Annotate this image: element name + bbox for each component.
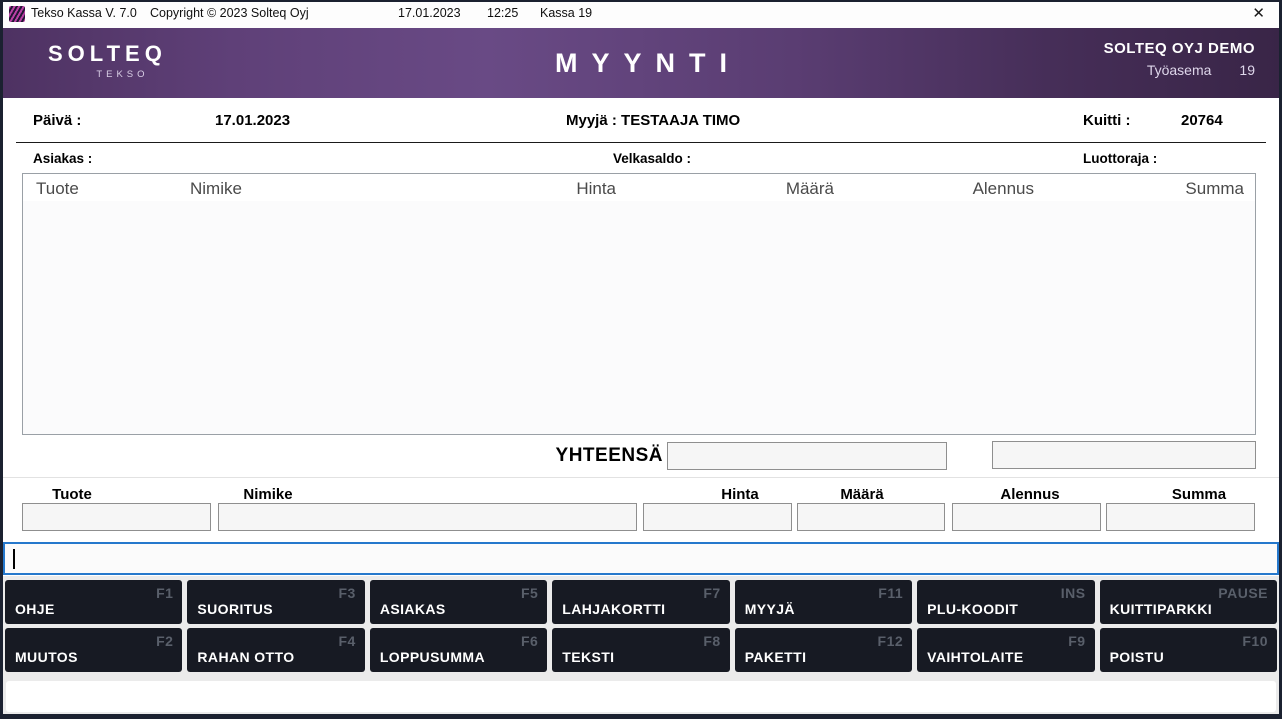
copyright-text: Copyright © 2023 Solteq Oyj xyxy=(150,6,309,20)
entry-field-tuote[interactable] xyxy=(22,503,211,531)
divider xyxy=(16,142,1266,143)
teksti-key: F8 xyxy=(703,633,720,649)
loppusumma-key: F6 xyxy=(521,633,538,649)
sale-items-table: Tuote Nimike Hinta Määrä Alennus Summa xyxy=(22,173,1256,435)
receipt-number: 20764 xyxy=(1181,112,1223,129)
suoritus-key: F3 xyxy=(339,585,356,601)
vaihtolaite-button[interactable]: F9 VAIHTOLAITE xyxy=(917,628,1094,672)
entry-label-nimike: Nimike xyxy=(213,486,323,503)
total-amount-field[interactable] xyxy=(667,442,947,470)
company-name: SOLTEQ OYJ DEMO xyxy=(1104,40,1255,57)
store-info: SOLTEQ OYJ DEMO Työasema 19 xyxy=(1104,40,1255,78)
column-header-alennus: Alennus xyxy=(973,179,1034,199)
total-label: YHTEENSÄ xyxy=(540,445,663,467)
column-header-hinta: Hinta xyxy=(576,179,616,199)
entry-field-nimike[interactable] xyxy=(218,503,637,531)
entry-field-summa[interactable] xyxy=(1106,503,1255,531)
paketti-label: PAKETTI xyxy=(745,649,807,665)
function-key-panel: F1 OHJE F3 SUORITUS F5 ASIAKAS F7 LAHJAK… xyxy=(3,576,1279,714)
paketti-button[interactable]: F12 PAKETTI xyxy=(735,628,912,672)
vaihtolaite-key: F9 xyxy=(1068,633,1085,649)
customer-label: Asiakas : xyxy=(33,151,92,166)
seller-value: TESTAAJA TIMO xyxy=(621,112,740,129)
kuittiparkki-key: PAUSE xyxy=(1218,585,1268,601)
plu-koodit-button[interactable]: INS PLU-KOODIT xyxy=(917,580,1094,624)
lahjakortti-button[interactable]: F7 LAHJAKORTTI xyxy=(552,580,729,624)
teksti-label: TEKSTI xyxy=(562,649,614,665)
date-label: Päivä : xyxy=(33,112,81,129)
muutos-key: F2 xyxy=(156,633,173,649)
entry-field-hinta[interactable] xyxy=(643,503,792,531)
sale-items-list[interactable] xyxy=(23,201,1255,434)
app-window: Tekso Kassa V. 7.0 Copyright © 2023 Solt… xyxy=(0,0,1282,719)
column-header-maara: Määrä xyxy=(786,179,834,199)
suoritus-button[interactable]: F3 SUORITUS xyxy=(187,580,364,624)
rahan-otto-key: F4 xyxy=(339,633,356,649)
entry-label-alennus: Alennus xyxy=(975,486,1085,503)
status-message-bar xyxy=(6,681,1276,712)
muutos-button[interactable]: F2 MUUTOS xyxy=(5,628,182,672)
function-button-grid: F1 OHJE F3 SUORITUS F5 ASIAKAS F7 LAHJAK… xyxy=(5,580,1277,672)
workstation-row: Työasema 19 xyxy=(1104,62,1255,78)
title-bar: Tekso Kassa V. 7.0 Copyright © 2023 Solt… xyxy=(0,0,1282,28)
lahjakortti-key: F7 xyxy=(703,585,720,601)
rahan-otto-label: RAHAN OTTO xyxy=(197,649,294,665)
receipt-label: Kuitti : xyxy=(1083,112,1130,129)
myyja-key: F11 xyxy=(878,585,903,601)
poistu-button[interactable]: F10 POISTU xyxy=(1100,628,1277,672)
paketti-key: F12 xyxy=(878,633,904,649)
lahjakortti-label: LAHJAKORTTI xyxy=(562,601,665,617)
credit-label: Luottoraja : xyxy=(1083,151,1157,166)
column-header-nimike: Nimike xyxy=(190,179,242,199)
ohje-button[interactable]: F1 OHJE xyxy=(5,580,182,624)
loppusumma-button[interactable]: F6 LOPPUSUMMA xyxy=(370,628,547,672)
debt-label: Velkasaldo : xyxy=(613,151,691,166)
ohje-key: F1 xyxy=(156,585,173,601)
titlebar-time: 12:25 xyxy=(487,6,518,20)
titlebar-date: 17.01.2023 xyxy=(398,6,461,20)
page-title: MYYNTI xyxy=(3,48,1279,79)
loppusumma-label: LOPPUSUMMA xyxy=(380,649,485,665)
kuittiparkki-button[interactable]: PAUSE KUITTIPARKKI xyxy=(1100,580,1277,624)
entry-label-tuote: Tuote xyxy=(17,486,127,503)
plu-koodit-label: PLU-KOODIT xyxy=(927,601,1018,617)
myyja-button[interactable]: F11 MYYJÄ xyxy=(735,580,912,624)
seller-label: Myyjä : xyxy=(566,112,617,129)
muutos-label: MUUTOS xyxy=(15,649,78,665)
column-header-tuote: Tuote xyxy=(36,179,79,199)
asiakas-label: ASIAKAS xyxy=(380,601,446,617)
entry-label-summa: Summa xyxy=(1144,486,1254,503)
asiakas-key: F5 xyxy=(521,585,538,601)
poistu-key: F10 xyxy=(1242,633,1268,649)
register-number: Kassa 19 xyxy=(540,6,592,20)
entry-label-hinta: Hinta xyxy=(685,486,795,503)
sale-table-header: Tuote Nimike Hinta Määrä Alennus Summa xyxy=(23,174,1255,201)
entry-field-alennus[interactable] xyxy=(952,503,1101,531)
date-value: 17.01.2023 xyxy=(215,112,290,129)
vaihtolaite-label: VAIHTOLAITE xyxy=(927,649,1023,665)
myyja-label: MYYJÄ xyxy=(745,601,795,617)
text-cursor xyxy=(13,549,15,569)
workstation-value: 19 xyxy=(1239,62,1255,78)
total-secondary-field[interactable] xyxy=(992,441,1256,469)
entry-field-maara[interactable] xyxy=(797,503,945,531)
seller-line: Myyjä : TESTAAJA TIMO xyxy=(566,112,740,129)
suoritus-label: SUORITUS xyxy=(197,601,273,617)
workstation-label: Työasema xyxy=(1147,62,1212,78)
rahan-otto-button[interactable]: F4 RAHAN OTTO xyxy=(187,628,364,672)
solteq-app-icon xyxy=(9,6,25,22)
teksti-button[interactable]: F8 TEKSTI xyxy=(552,628,729,672)
divider xyxy=(3,477,1279,478)
window-title: Tekso Kassa V. 7.0 xyxy=(31,6,137,20)
poistu-label: POISTU xyxy=(1110,649,1165,665)
kuittiparkki-label: KUITTIPARKKI xyxy=(1110,601,1213,617)
asiakas-button[interactable]: F5 ASIAKAS xyxy=(370,580,547,624)
app-header: SOLTEQ TEKSO MYYNTI SOLTEQ OYJ DEMO Työa… xyxy=(3,28,1279,98)
command-input[interactable] xyxy=(3,542,1279,575)
ohje-label: OHJE xyxy=(15,601,55,617)
close-icon[interactable]: ✕ xyxy=(1248,4,1269,22)
entry-label-maara: Määrä xyxy=(807,486,917,503)
column-header-summa: Summa xyxy=(1185,179,1244,199)
plu-koodit-key: INS xyxy=(1061,585,1086,601)
